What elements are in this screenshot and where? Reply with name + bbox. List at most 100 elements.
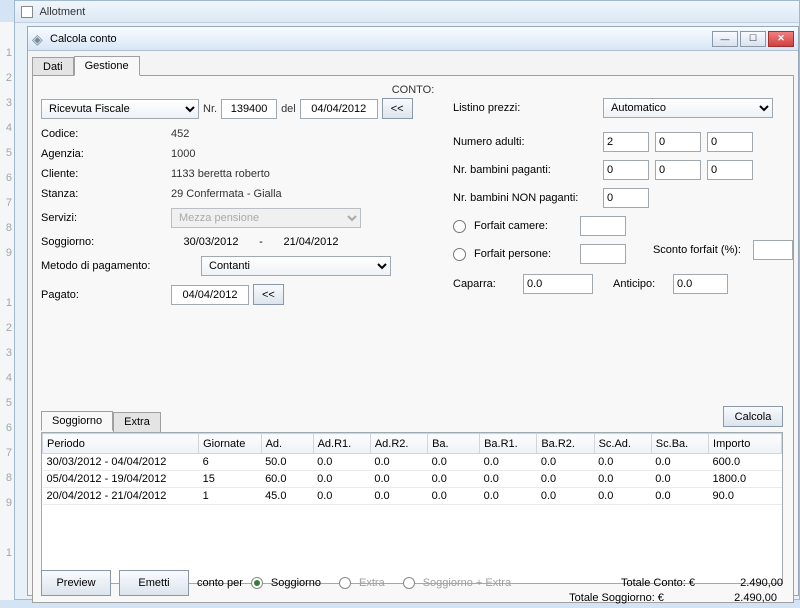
minimize-button[interactable]: — (712, 31, 738, 47)
outer-titlebar[interactable]: Allotment (15, 1, 799, 23)
radio-extra[interactable] (339, 577, 351, 589)
grid-cell: 0.0 (651, 488, 708, 505)
main-tabstrip: Dati Gestione (32, 55, 798, 75)
metodo-select[interactable]: Contanti (201, 256, 391, 276)
forfait-persone-radio[interactable] (453, 248, 466, 261)
grid-cell: 0.0 (313, 488, 370, 505)
nr-label: Nr. (203, 103, 217, 115)
grid-header[interactable]: Ba. (428, 434, 480, 454)
forfait-camere-radio[interactable] (453, 220, 466, 233)
bambpag-2-input[interactable] (655, 160, 701, 180)
grid-header[interactable]: Importo (709, 434, 782, 454)
servizi-label: Servizi: (41, 212, 171, 224)
conto-per-label: conto per (197, 577, 243, 589)
calcola-button[interactable]: Calcola (723, 406, 783, 427)
radio-extra-label: Extra (359, 577, 385, 589)
grid-cell: 6 (199, 454, 261, 471)
table-row[interactable]: 30/03/2012 - 04/04/2012650.00.00.00.00.0… (43, 454, 782, 471)
grid-cell: 0.0 (370, 454, 427, 471)
pagato-date-input[interactable] (171, 285, 249, 305)
servizi-select: Mezza pensione (171, 208, 361, 228)
listino-select[interactable]: Automatico (603, 98, 773, 118)
totale-conto-label: Totale Conto: € (621, 577, 695, 589)
pagato-back-button[interactable]: << (253, 284, 284, 305)
emetti-button[interactable]: Emetti (119, 570, 189, 596)
codice-value: 452 (171, 128, 189, 140)
grid-cell: 0.0 (428, 488, 480, 505)
grid-header[interactable]: Sc.Ad. (594, 434, 651, 454)
radio-soggiorno-label: Soggiorno (271, 577, 321, 589)
left-ruler: 1234567891234567891 (0, 22, 14, 600)
agenzia-label: Agenzia: (41, 148, 171, 160)
grid-header[interactable]: Giornate (199, 434, 261, 454)
grid-header[interactable]: Ad. (261, 434, 313, 454)
forfait-persone-label: Forfait persone: (474, 248, 574, 260)
doc-type-select[interactable]: Ricevuta Fiscale (41, 99, 199, 119)
caparra-label: Caparra: (453, 278, 523, 290)
caparra-input[interactable] (523, 274, 593, 294)
table-row[interactable]: 20/04/2012 - 21/04/2012145.00.00.00.00.0… (43, 488, 782, 505)
grid-header[interactable]: Ba.R2. (537, 434, 594, 454)
grid-header[interactable]: Sc.Ba. (651, 434, 708, 454)
bambnon-label: Nr. bambini NON paganti: (453, 192, 603, 204)
grid-cell: 0.0 (370, 488, 427, 505)
soggiorno-sep: - (251, 236, 271, 248)
grid-cell: 0.0 (594, 454, 651, 471)
adulti-3-input[interactable] (707, 132, 753, 152)
grid-cell: 0.0 (651, 471, 708, 488)
codice-label: Codice: (41, 128, 171, 140)
pagato-label: Pagato: (41, 289, 171, 301)
agenzia-value: 1000 (171, 148, 195, 160)
tab-gestione[interactable]: Gestione (74, 56, 140, 76)
grid-cell: 90.0 (709, 488, 782, 505)
preview-button[interactable]: Preview (41, 570, 111, 596)
outer-title-text: Allotment (39, 6, 85, 18)
anticipo-label: Anticipo: (613, 278, 673, 290)
grid-cell: 20/04/2012 - 21/04/2012 (43, 488, 199, 505)
forfait-camere-input[interactable] (580, 216, 626, 236)
grid-cell: 15 (199, 471, 261, 488)
doc-back-button[interactable]: << (382, 98, 413, 119)
grid-cell: 0.0 (428, 471, 480, 488)
grid-header[interactable]: Ad.R2. (370, 434, 427, 454)
bambpag-3-input[interactable] (707, 160, 753, 180)
subtab-soggiorno[interactable]: Soggiorno (41, 411, 113, 431)
doc-nr-input[interactable] (221, 99, 277, 119)
grid-header[interactable]: Ad.R1. (313, 434, 370, 454)
del-label: del (281, 103, 296, 115)
sconto-input[interactable] (753, 240, 793, 260)
doc-date-input[interactable] (300, 99, 378, 119)
adulti-1-input[interactable] (603, 132, 649, 152)
grid-header[interactable]: Periodo (43, 434, 199, 454)
adulti-2-input[interactable] (655, 132, 701, 152)
grid-cell: 50.0 (261, 454, 313, 471)
anticipo-input[interactable] (673, 274, 728, 294)
bambnon-input[interactable] (603, 188, 649, 208)
forfait-persone-input[interactable] (580, 244, 626, 264)
grid-header[interactable]: Ba.R1. (480, 434, 537, 454)
close-button[interactable]: ✕ (768, 31, 794, 47)
forfait-camere-label: Forfait camere: (474, 220, 574, 232)
radio-soggiorno[interactable] (251, 577, 263, 589)
radio-both[interactable] (403, 577, 415, 589)
soggiorno-label: Soggiorno: (41, 236, 171, 248)
maximize-button[interactable]: ☐ (740, 31, 766, 47)
grid-cell: 0.0 (313, 471, 370, 488)
table-row[interactable]: 05/04/2012 - 19/04/20121560.00.00.00.00.… (43, 471, 782, 488)
tab-dati[interactable]: Dati (32, 57, 74, 77)
grid-cell: 0.0 (537, 471, 594, 488)
grid-cell: 05/04/2012 - 19/04/2012 (43, 471, 199, 488)
stanza-label: Stanza: (41, 188, 171, 200)
grid-cell: 0.0 (651, 454, 708, 471)
adulti-label: Numero adulti: (453, 136, 603, 148)
grid-cell: 60.0 (261, 471, 313, 488)
subtab-extra[interactable]: Extra (113, 412, 161, 432)
bambpag-1-input[interactable] (603, 160, 649, 180)
grid-cell: 0.0 (313, 454, 370, 471)
grid-cell: 600.0 (709, 454, 782, 471)
inner-title-text: Calcola conto (50, 33, 117, 45)
stanza-value: 29 Confermata - Gialla (171, 188, 282, 200)
inner-titlebar[interactable]: Calcola conto — ☐ ✕ (28, 27, 798, 51)
cliente-label: Cliente: (41, 168, 171, 180)
soggiorno-grid[interactable]: PeriodoGiornateAd.Ad.R1.Ad.R2.Ba.Ba.R1.B… (41, 432, 783, 584)
